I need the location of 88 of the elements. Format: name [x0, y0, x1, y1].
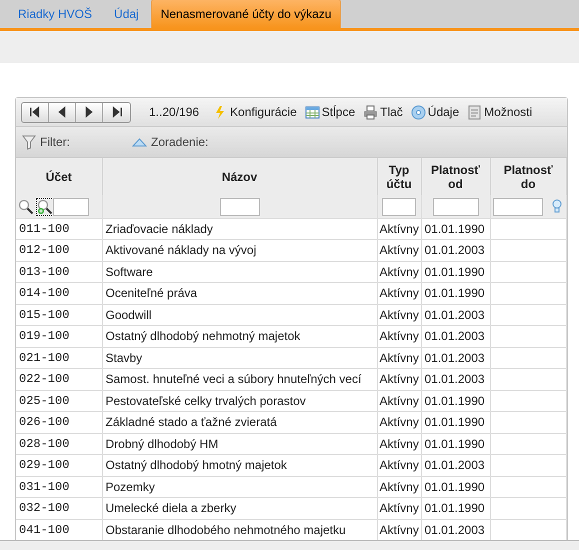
- printer-icon: [363, 104, 378, 120]
- filter-field[interactable]: [492, 198, 542, 216]
- table-cell: 01.01.2003: [421, 347, 490, 368]
- table-cell: Aktívny: [377, 240, 421, 261]
- table-cell: Aktívny: [377, 390, 421, 412]
- table-cell: 011-100: [16, 218, 102, 240]
- filter-field[interactable]: [382, 198, 416, 216]
- data-button[interactable]: Údaje: [406, 103, 464, 121]
- table-cell: 021-100: [16, 347, 102, 368]
- table-cell: Aktívny: [377, 368, 421, 390]
- column-header: Platnosť do: [490, 158, 566, 195]
- tab[interactable]: Nenasmerované účty do výkazu: [150, 0, 342, 28]
- table-cell: Oceniteľné práva: [102, 282, 377, 304]
- filter-field[interactable]: [220, 198, 260, 216]
- table-cell: Software: [102, 261, 377, 282]
- table-cell: Stavby: [102, 347, 377, 368]
- table-cell: Aktívny: [377, 326, 421, 347]
- column-header: Typ účtu: [377, 158, 421, 195]
- document-icon: [467, 104, 482, 120]
- lightbulb-icon[interactable]: [552, 199, 562, 214]
- columns-button[interactable]: Stĺpce: [300, 103, 360, 121]
- search-icon[interactable]: [18, 198, 34, 215]
- table-cell: 01.01.2003: [421, 368, 490, 390]
- table-cell: Ostatný dlhodobý hmotný majetok: [102, 454, 377, 476]
- table-cell: Základné stado a ťažné zvieratá: [102, 412, 377, 433]
- table-cell: Goodwill: [102, 304, 377, 326]
- sort-label: Zoradenie:: [151, 134, 208, 151]
- table-cell: 029-100: [16, 454, 102, 476]
- right-triangle-icon: [83, 106, 95, 118]
- table-cell: 026-100: [16, 412, 102, 433]
- table-cell: Aktívny: [377, 218, 421, 240]
- filter-field[interactable]: [53, 198, 90, 216]
- table-cell: Aktívny: [377, 412, 421, 433]
- skip-end-icon: [110, 106, 122, 118]
- table-cell: 01.01.1990: [421, 218, 490, 240]
- table-cell: 01.01.2003: [421, 326, 490, 347]
- table-cell: Aktívny: [377, 304, 421, 326]
- table-cell: Pestovateľské celky trvalých porastov: [102, 390, 377, 412]
- table-cell: Aktívny: [377, 498, 421, 519]
- disc-icon: [410, 104, 426, 120]
- table-cell: 01.01.1990: [421, 433, 490, 454]
- table-cell: 01.01.1990: [421, 412, 490, 433]
- table-cell: Zriaďovacie náklady: [102, 218, 377, 240]
- table-cell: 014-100: [16, 282, 102, 304]
- table-cell: 019-100: [16, 326, 102, 347]
- table-cell: 01.01.1990: [421, 390, 490, 412]
- filter-icon: [22, 134, 36, 150]
- table-cell: Aktívny: [377, 476, 421, 498]
- table-cell: 013-100: [16, 261, 102, 282]
- column-header: Účet: [16, 158, 102, 195]
- table-cell: 01.01.2003: [421, 304, 490, 326]
- table-cell: Umelecké diela a zberky: [102, 498, 377, 519]
- table-cell: Drobný dlhodobý HM: [102, 433, 377, 454]
- table-cell: Aktívny: [377, 433, 421, 454]
- left-triangle-icon: [56, 106, 68, 118]
- print-button[interactable]: Tlač: [359, 103, 407, 121]
- triangle-icon: [132, 138, 147, 146]
- table-cell: Aktívny: [377, 454, 421, 476]
- table-cell: 01.01.2003: [421, 240, 490, 261]
- table-cell: 01.01.1990: [421, 282, 490, 304]
- config-button[interactable]: Konfigurácie: [209, 103, 301, 121]
- table-cell: Aktivované náklady na vývoj: [102, 240, 377, 261]
- table-cell: 012-100: [16, 240, 102, 261]
- table-cell: Pozemky: [102, 476, 377, 498]
- table-cell: Aktívny: [377, 282, 421, 304]
- skip-start-icon: [29, 106, 41, 118]
- table-icon: [304, 104, 320, 120]
- table-cell: 01.01.2003: [421, 454, 490, 476]
- table-cell: 031-100: [16, 476, 102, 498]
- table-cell: 01.01.1990: [421, 498, 490, 519]
- table-cell: 025-100: [16, 390, 102, 412]
- filter-label: Filter:: [40, 134, 70, 151]
- table-cell: 015-100: [16, 304, 102, 326]
- table-cell: 028-100: [16, 433, 102, 454]
- options-button[interactable]: Možnosti: [463, 103, 536, 121]
- page-info: 1..20/196: [149, 104, 200, 121]
- column-header: Platnosť od: [421, 158, 490, 195]
- zoom-in-icon[interactable]: [37, 198, 54, 215]
- table-cell: 01.01.1990: [421, 476, 490, 498]
- table-cell: 032-100: [16, 498, 102, 519]
- table-cell: 022-100: [16, 368, 102, 390]
- table-cell: Samost. hnuteľné veci a súbory hnuteľných vecí: [102, 368, 377, 390]
- column-header: Názov: [102, 158, 377, 195]
- table-cell: 01.01.1990: [421, 261, 490, 282]
- filter-field[interactable]: [432, 198, 478, 216]
- table-cell: Ostatný dlhodobý nehmotný majetok: [102, 326, 377, 347]
- table-cell: Aktívny: [377, 347, 421, 368]
- table-cell: Aktívny: [377, 261, 421, 282]
